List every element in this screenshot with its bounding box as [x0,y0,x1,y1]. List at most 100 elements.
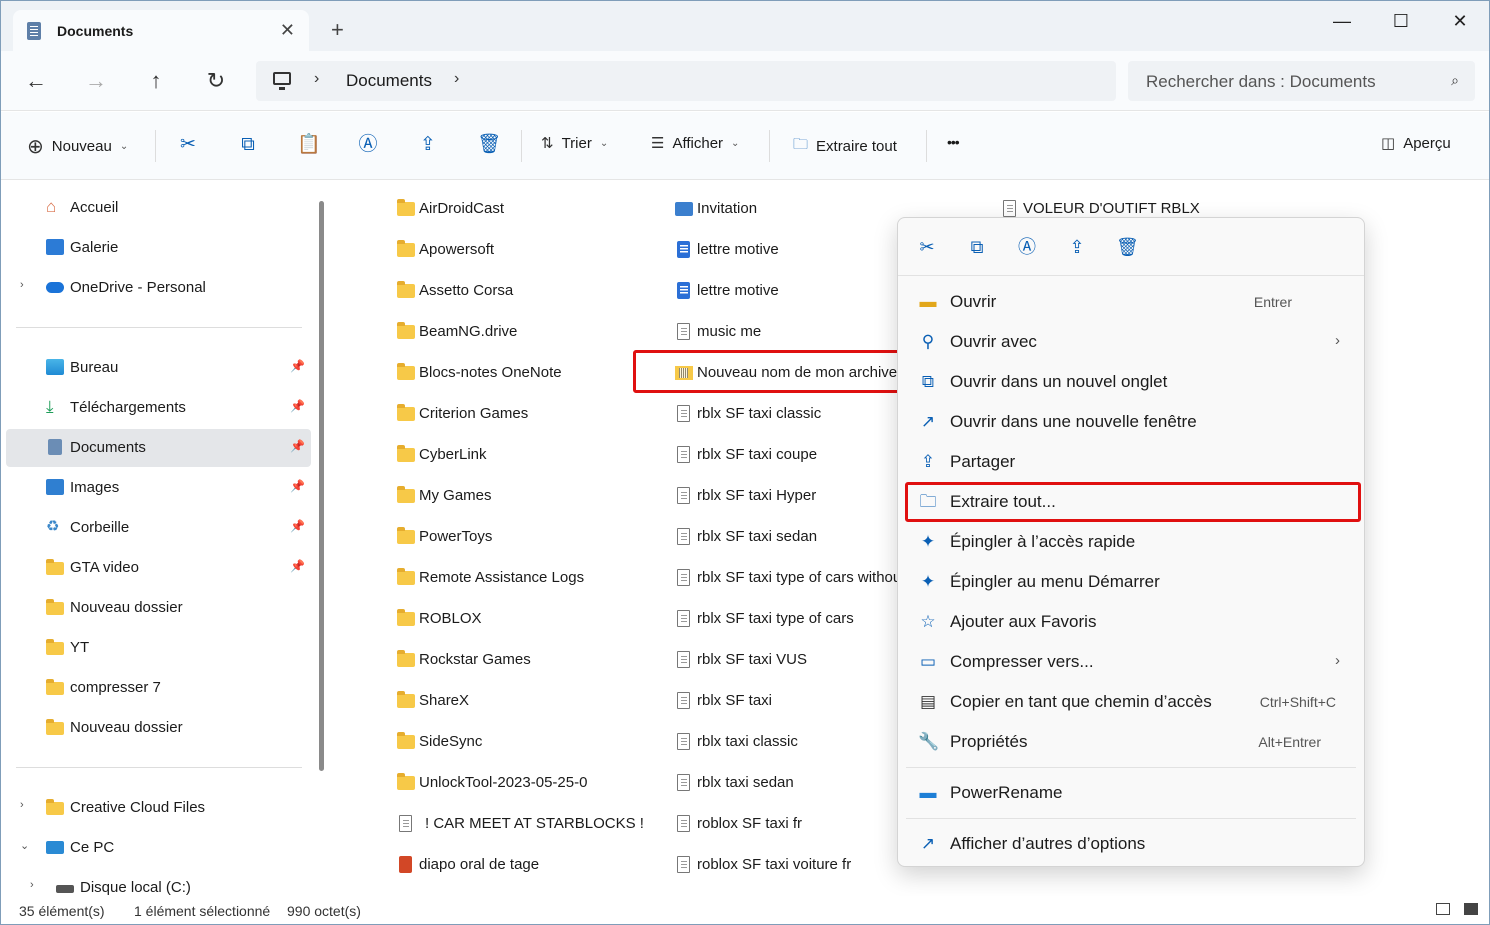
file-name: Remote Assistance Logs [419,569,585,586]
breadcrumb-chevron-icon[interactable]: › [314,70,319,88]
search-input[interactable]: Rechercher dans : Documents ⌕ [1128,61,1475,101]
sidebar-item-nouveau-dossier-2[interactable]: Nouveau dossier [6,709,311,747]
sidebar-item-images[interactable]: Images 📌 [6,469,311,507]
sidebar-item-gta-video[interactable]: GTA video 📌 [6,549,311,587]
sidebar-item-onedrive[interactable]: › OneDrive - Personal [6,269,311,307]
divider [906,767,1356,768]
rename-icon[interactable]: Ⓐ [1016,236,1038,258]
preview-button[interactable]: ◫ Aperçu [1381,134,1451,153]
details-view-icon[interactable] [1436,903,1450,915]
tab-documents[interactable]: Documents ✕ [13,10,309,51]
sidebar-item-this-pc[interactable]: ⌄ Ce PC [6,829,311,867]
new-tab-icon: ⧉ [921,372,935,391]
chevron-right-icon[interactable]: › [20,279,24,291]
sidebar-item-label: Accueil [70,199,119,216]
list-item[interactable]: rblx SF taxi type of cars without [675,563,897,593]
tiles-view-icon[interactable] [1464,903,1478,915]
breadcrumb-documents[interactable]: Documents [346,71,432,91]
pin-icon[interactable]: 📌 [290,359,305,373]
menu-item-open-new-window[interactable]: ↗ Ouvrir dans une nouvelle fenêtre [906,403,1356,441]
sidebar-item-compresser-7[interactable]: compresser 7 [6,669,311,707]
pc-icon[interactable] [273,72,291,90]
breadcrumb-chevron-icon[interactable]: › [454,70,459,88]
menu-item-shortcut: Ctrl+Shift+C [1259,694,1336,710]
menu-item-pin-quick-access[interactable]: ✦ Épingler à l’accès rapide [906,523,1356,561]
menu-item-more-options[interactable]: ↗ Afficher d’autres d’options [906,825,1356,863]
sidebar-item-gallery[interactable]: Galerie [6,229,311,267]
wrench-icon: 🔧 [918,732,940,751]
delete-icon[interactable]: 🗑 [1116,236,1139,258]
menu-item-add-favorites[interactable]: ☆ Ajouter aux Favoris [906,603,1356,641]
divider [521,130,522,162]
sidebar-item-desktop[interactable]: Bureau 📌 [6,349,311,387]
up-button[interactable]: ↑ [141,68,171,94]
pin-icon[interactable]: 📌 [290,399,305,413]
chevron-right-icon[interactable]: › [20,799,24,811]
pin-icon[interactable]: 📌 [290,559,305,573]
file-name: ShareX [419,692,470,709]
new-tab-button[interactable]: + [331,19,344,41]
file-name: rblx SF taxi Hyper [697,487,817,504]
chevron-down-icon[interactable]: ⌄ [20,839,29,852]
sidebar-item-downloads[interactable]: ⤓ Téléchargements 📌 [6,389,311,427]
document-icon [399,815,412,832]
menu-item-open[interactable]: ▬ Ouvrir Entrer [906,283,1356,321]
share-icon[interactable]: ⇪ [417,134,439,156]
menu-item-properties[interactable]: 🔧 Propriétés Alt+Entrer [906,723,1356,761]
menu-item-pin-start[interactable]: ✦ Épingler au menu Démarrer [906,563,1356,601]
copy-icon[interactable]: ⧉ [237,134,259,156]
menu-item-label: Afficher d’autres d’options [950,834,1146,853]
extract-all-button[interactable]: 🗀 Extraire tout [793,134,897,159]
menu-item-open-new-tab[interactable]: ⧉ Ouvrir dans un nouvel onglet [906,363,1356,401]
cut-icon[interactable]: ✂ [177,134,199,156]
pin-icon[interactable]: 📌 [290,439,305,453]
menu-item-compress[interactable]: ▭ Compresser vers... › [906,643,1356,681]
file-name: rblx SF taxi type of cars without [697,569,897,586]
view-button[interactable]: ☰ Afficher ⌄ [651,134,739,153]
cut-icon[interactable]: ✂ [916,236,938,258]
document-icon [677,323,690,340]
sidebar-item-yt[interactable]: YT [6,629,311,667]
pin-icon[interactable]: 📌 [290,479,305,493]
tab-close-icon[interactable]: ✕ [280,20,295,41]
minimize-button[interactable]: — [1319,11,1365,32]
rename-icon[interactable]: Ⓐ [357,134,379,156]
menu-item-copy-path[interactable]: ▤ Copier en tant que chemin d’accès Ctrl… [906,683,1356,721]
chevron-down-icon: ⌄ [599,137,609,149]
sidebar-item-creative-cloud[interactable]: › Creative Cloud Files [6,789,311,827]
back-button[interactable]: ← [21,68,51,94]
delete-icon[interactable]: 🗑 [477,134,501,156]
download-icon: ⤓ [46,397,54,416]
folder-open-icon: ▬ [919,292,937,311]
share-icon[interactable]: ⇪ [1066,236,1088,258]
chevron-right-icon[interactable]: › [30,879,34,891]
copy-icon[interactable]: ⧉ [966,236,988,258]
sidebar-item-label: Corbeille [70,519,130,536]
file-name: music me [697,323,762,340]
close-window-button[interactable]: ✕ [1437,11,1483,32]
images-icon [46,479,64,495]
menu-item-powerrename[interactable]: ▬ PowerRename [906,774,1356,812]
pin-icon[interactable]: 📌 [290,519,305,533]
sort-button[interactable]: ⇅ Trier ⌄ [541,134,609,153]
maximize-button[interactable]: ☐ [1378,11,1424,32]
sidebar-item-nouveau-dossier[interactable]: Nouveau dossier [6,589,311,627]
file-name: Rockstar Games [419,651,531,668]
paste-icon[interactable]: 📋 [297,134,321,156]
sidebar-item-home[interactable]: ⌂ Accueil [6,189,311,227]
refresh-button[interactable]: ↻ [201,68,231,94]
file-name: Criterion Games [419,405,529,422]
menu-item-open-with[interactable]: ⚲ Ouvrir avec › [906,323,1356,361]
sidebar-item-recycle-bin[interactable]: ♻ Corbeille 📌 [6,509,311,547]
file-name: ROBLOX [419,610,482,627]
sidebar-item-documents[interactable]: Documents 📌 [6,429,311,467]
more-options-button[interactable]: ••• [947,134,960,150]
chevron-right-icon: › [1335,332,1340,349]
new-window-icon: ↗ [920,412,936,431]
sidebar-scrollbar[interactable] [319,201,324,771]
menu-item-label: Partager [950,452,1016,471]
forward-button[interactable]: → [81,68,111,94]
new-button[interactable]: ⊕ Nouveau ⌄ [27,134,128,159]
menu-item-share[interactable]: ⇪ Partager [906,443,1356,481]
breadcrumb[interactable]: › Documents › [256,61,1116,101]
